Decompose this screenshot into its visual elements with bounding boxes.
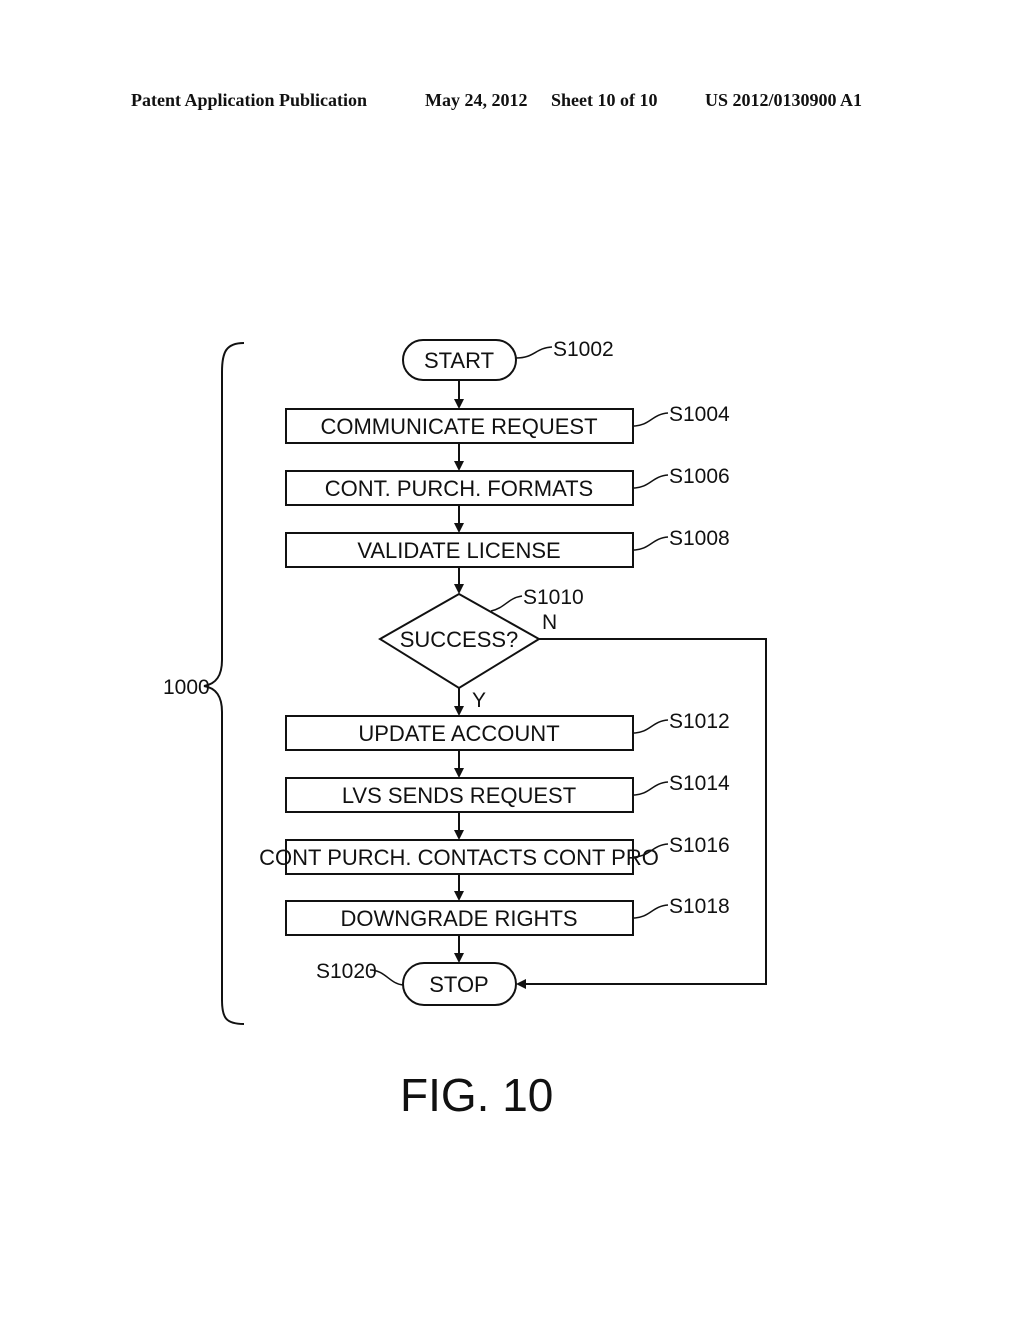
- stop-label: STOP: [429, 972, 489, 997]
- leader-line: [515, 346, 553, 359]
- step-label: LVS SENDS REQUEST: [342, 783, 576, 808]
- step-ref: S1016: [669, 834, 730, 857]
- figure-label: FIG. 10: [400, 1069, 554, 1121]
- grouping-brace: [203, 342, 245, 1025]
- step-ref: S1004: [669, 403, 730, 426]
- step-label: CONT. PURCH. FORMATS: [325, 476, 593, 501]
- step-label: UPDATE ACCOUNT: [358, 721, 559, 746]
- decision-no-label: N: [542, 611, 557, 634]
- step-label: COMMUNICATE REQUEST: [320, 414, 597, 439]
- step-label: VALIDATE LICENSE: [357, 538, 560, 563]
- step-label: DOWNGRADE RIGHTS: [340, 906, 577, 931]
- step-box: VALIDATE LICENSE S1008: [285, 527, 730, 568]
- step-box: LVS SENDS REQUEST S1014: [285, 772, 730, 813]
- decision-yes-label: Y: [472, 689, 486, 712]
- step-box: CONT PURCH. CONTACTS CONT PRO S1016: [259, 834, 730, 875]
- overall-ref-label: 1000: [163, 676, 210, 699]
- step-box: COMMUNICATE REQUEST S1004: [285, 403, 730, 444]
- step-ref: S1012: [669, 710, 730, 733]
- step-label: CONT PURCH. CONTACTS CONT PRO: [259, 845, 659, 870]
- step-ref: S1008: [669, 527, 730, 550]
- stop-ref: S1020: [316, 960, 377, 983]
- step-ref: S1018: [669, 895, 730, 918]
- decision-label: SUCCESS?: [400, 627, 519, 652]
- start-ref: S1002: [553, 338, 614, 361]
- step-box: CONT. PURCH. FORMATS S1006: [285, 465, 730, 506]
- step-ref: S1006: [669, 465, 730, 488]
- step-ref: S1014: [669, 772, 730, 795]
- leader-line: [490, 595, 523, 612]
- step-box: DOWNGRADE RIGHTS S1018: [285, 895, 730, 936]
- step-box: UPDATE ACCOUNT S1012: [285, 710, 730, 751]
- start-label: START: [424, 348, 494, 373]
- decision-ref: S1010: [523, 586, 584, 609]
- flowchart: 1000 START S1002 COMMUNICATE REQUEST S10…: [163, 338, 767, 1025]
